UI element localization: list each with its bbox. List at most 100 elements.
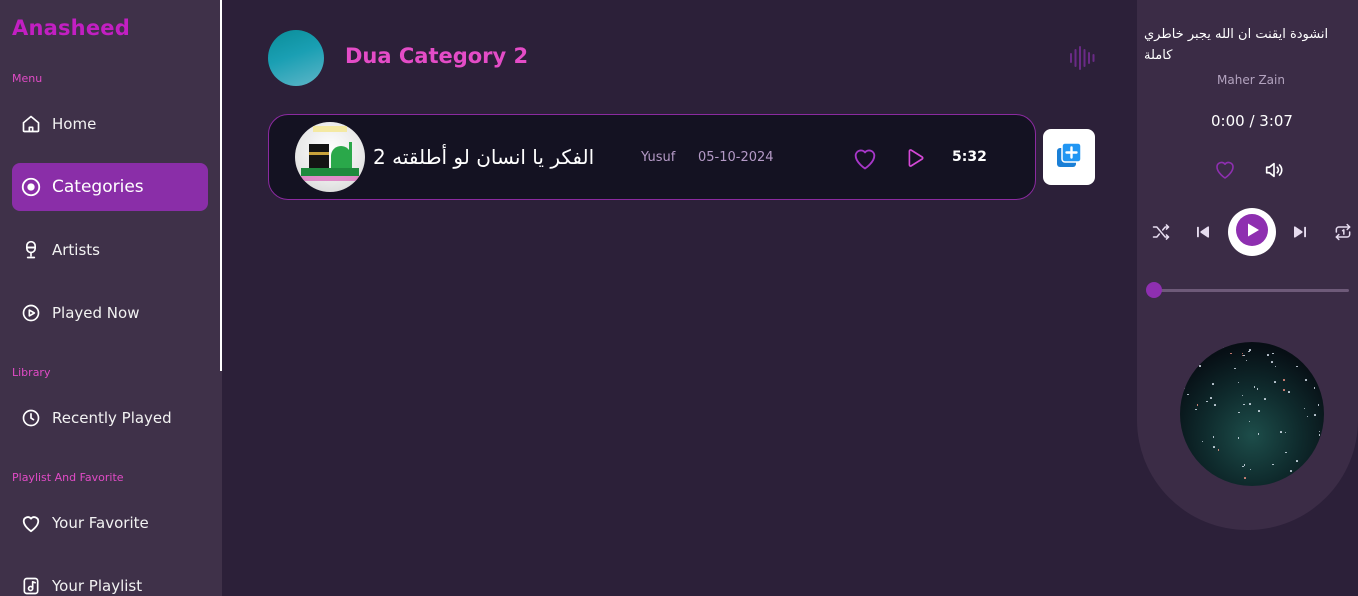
progress-slider[interactable] xyxy=(1155,289,1349,292)
sidebar-item-categories[interactable]: Categories xyxy=(12,163,208,211)
cover-star xyxy=(1290,470,1292,472)
sidebar-item-label: Your Playlist xyxy=(52,577,143,595)
sound-wave-icon xyxy=(1068,44,1096,76)
repeat-one-icon[interactable] xyxy=(1332,222,1354,246)
page-title: Dua Category 2 xyxy=(345,44,529,68)
sidebar-item-your-favorite[interactable]: Your Favorite xyxy=(12,499,208,547)
track-duration: 5:32 xyxy=(952,149,987,165)
cover-star xyxy=(1210,397,1212,399)
cover-star xyxy=(1230,352,1232,355)
now-playing-title: انشودة ايقنت ان الله يجبر خاطري كاملة xyxy=(1144,27,1329,63)
cover-star xyxy=(1190,465,1193,467)
cover-star xyxy=(1191,351,1194,354)
cover-star xyxy=(1213,446,1215,448)
cover-star xyxy=(1318,434,1321,436)
cover-star xyxy=(1303,407,1306,410)
cover-star xyxy=(1285,451,1287,454)
cover-star xyxy=(1181,447,1183,450)
cover-star xyxy=(1217,449,1220,451)
cover-star xyxy=(1256,388,1259,390)
sidebar-item-your-playlist[interactable]: Your Playlist xyxy=(12,562,208,596)
categories-icon xyxy=(20,176,42,198)
cover-star xyxy=(1317,404,1320,406)
cover-star xyxy=(1248,420,1251,422)
heart-icon xyxy=(20,512,42,534)
cover-star xyxy=(1274,381,1276,383)
cover-star xyxy=(1257,433,1260,435)
cover-star xyxy=(1253,386,1256,388)
section-label-menu: Menu xyxy=(12,72,43,85)
track-row[interactable]: الفكر يا انسان لو أطلقته 2 Yusuf 05-10-2… xyxy=(268,114,1036,200)
cover-star xyxy=(1243,464,1246,466)
progress-slider-handle[interactable] xyxy=(1146,282,1162,298)
cover-star xyxy=(1241,352,1244,355)
clock-icon xyxy=(20,407,42,429)
app-logo-text[interactable]: Anasheed xyxy=(12,16,130,40)
cover-star xyxy=(1237,381,1239,384)
cover-star xyxy=(1245,359,1248,361)
play-button[interactable] xyxy=(1228,208,1276,256)
microphone-icon xyxy=(20,239,42,261)
cover-star xyxy=(1272,352,1274,355)
favorite-heart-icon[interactable] xyxy=(851,145,879,175)
sidebar-item-label: Played Now xyxy=(52,304,140,322)
cover-star xyxy=(1284,431,1287,434)
sidebar-item-label: Your Favorite xyxy=(52,514,149,532)
cover-star xyxy=(1296,365,1298,368)
section-label-library: Library xyxy=(12,366,51,379)
cover-star xyxy=(1313,387,1316,389)
cover-star xyxy=(1238,411,1240,414)
cover-star xyxy=(1264,398,1266,400)
play-icon[interactable] xyxy=(903,147,925,173)
cover-star xyxy=(1195,408,1197,411)
volume-icon[interactable] xyxy=(1263,159,1285,185)
cover-star xyxy=(1212,436,1215,438)
cover-star xyxy=(1191,471,1193,474)
cover-star xyxy=(1305,379,1307,381)
cover-star xyxy=(1244,477,1246,479)
cover-star xyxy=(1187,473,1189,475)
section-label-playlist-favorite: Playlist And Favorite xyxy=(12,471,124,484)
cover-star xyxy=(1318,430,1321,433)
cover-star xyxy=(1267,354,1269,356)
cover-star xyxy=(1249,468,1252,471)
now-playing-artist[interactable]: Maher Zain xyxy=(1137,73,1358,87)
cover-star xyxy=(1283,389,1285,391)
cover-star xyxy=(1296,460,1298,462)
cover-star xyxy=(1315,471,1318,474)
track-date: 05-10-2024 xyxy=(698,150,774,165)
cover-star xyxy=(1306,415,1309,418)
add-playlist-icon xyxy=(1055,141,1083,173)
sidebar-item-label: Artists xyxy=(52,241,100,259)
cover-star xyxy=(1288,391,1290,393)
cover-star xyxy=(1248,350,1250,353)
sidebar-item-home[interactable]: Home xyxy=(12,100,208,148)
category-avatar xyxy=(268,30,324,86)
sidebar-item-recently-played[interactable]: Recently Played xyxy=(12,394,208,442)
track-title[interactable]: الفكر يا انسان لو أطلقته 2 xyxy=(373,145,594,169)
cover-star xyxy=(1212,383,1214,385)
next-track-icon[interactable] xyxy=(1291,222,1309,246)
cover-star xyxy=(1191,344,1193,347)
sidebar-item-label: Categories xyxy=(52,177,144,197)
cover-star xyxy=(1199,365,1201,367)
cover-star xyxy=(1280,431,1282,433)
now-playing-panel: انشودة ايقنت ان الله يجبر خاطري كاملة Ma… xyxy=(1137,0,1358,530)
cover-star xyxy=(1206,400,1208,403)
add-to-playlist-button[interactable] xyxy=(1043,129,1095,185)
cover-star xyxy=(1243,354,1245,357)
sidebar-item-artists[interactable]: Artists xyxy=(12,226,208,274)
previous-track-icon[interactable] xyxy=(1194,222,1212,246)
cover-star xyxy=(1283,379,1285,381)
track-artist[interactable]: Yusuf xyxy=(641,150,675,165)
cover-star xyxy=(1271,361,1273,363)
music-file-icon xyxy=(20,575,42,596)
cover-star xyxy=(1242,465,1244,468)
shuffle-icon[interactable] xyxy=(1151,222,1171,246)
cover-star xyxy=(1249,403,1251,405)
cover-star xyxy=(1183,387,1185,389)
sidebar-item-played-now[interactable]: Played Now xyxy=(12,289,208,337)
cover-star xyxy=(1237,437,1240,439)
cover-star xyxy=(1241,394,1244,397)
favorite-heart-icon[interactable] xyxy=(1213,158,1237,184)
